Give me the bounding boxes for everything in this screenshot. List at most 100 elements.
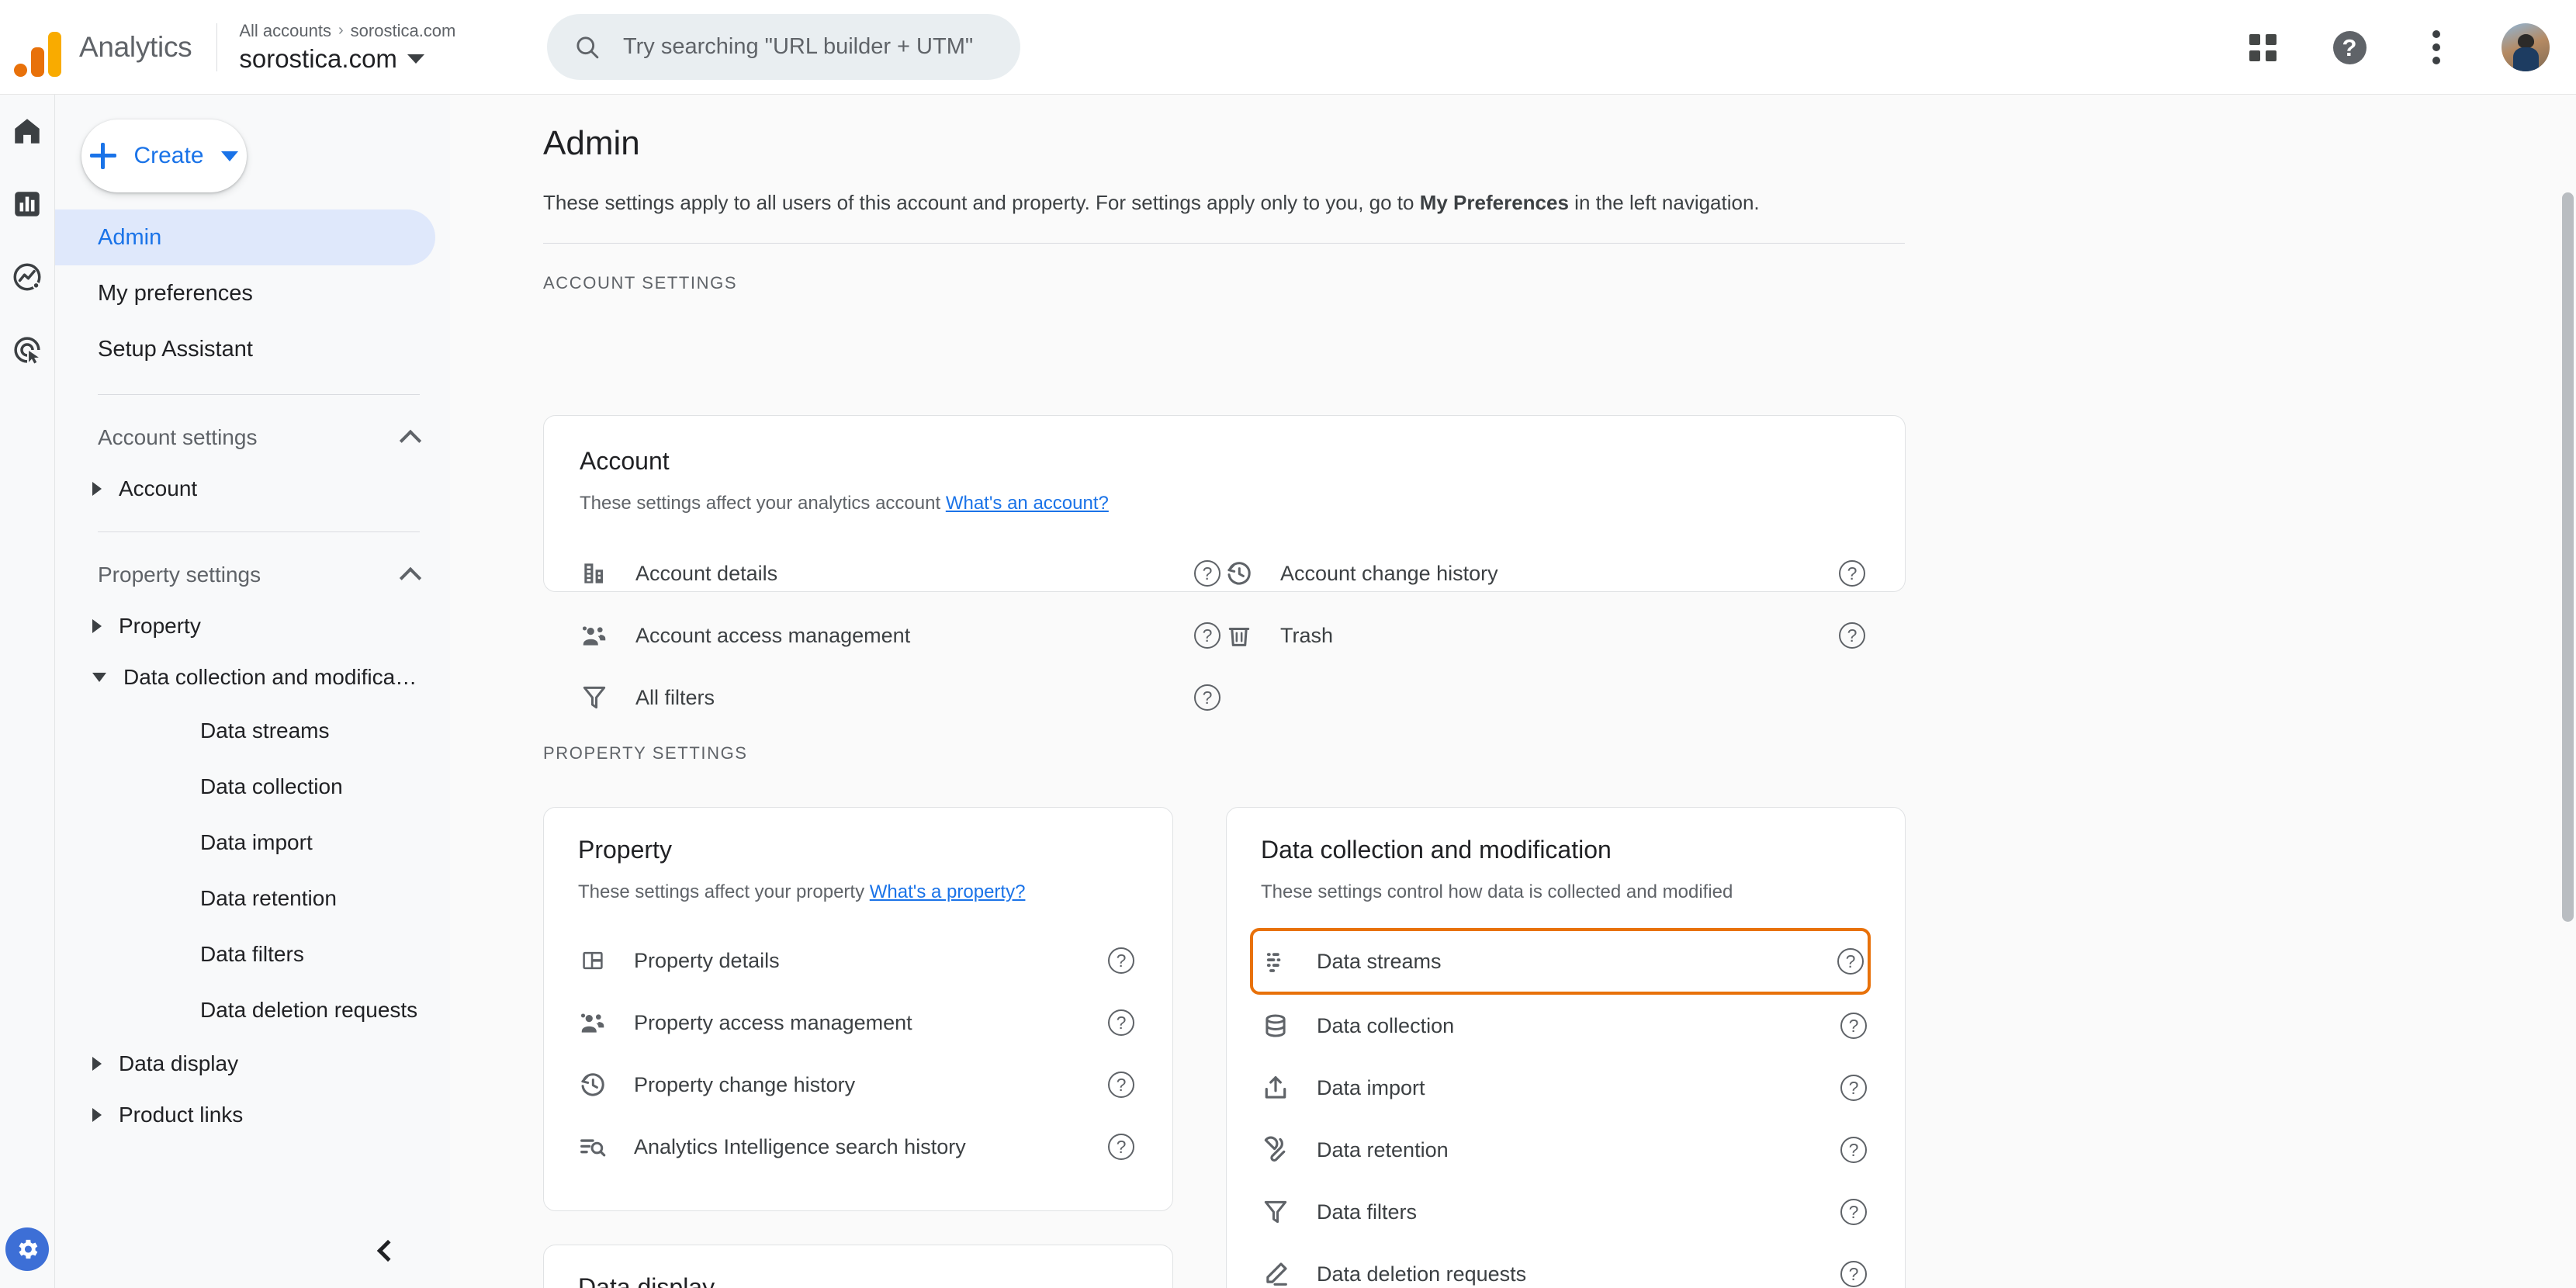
home-icon <box>15 119 40 144</box>
sidebar-item-account[interactable]: Account <box>55 463 450 514</box>
building-icon <box>580 559 635 588</box>
google-analytics-logo-icon[interactable] <box>8 18 67 77</box>
collapse-sidebar-button[interactable] <box>365 1231 405 1271</box>
sidebar-item-data-retention[interactable]: Data retention <box>55 871 450 926</box>
sidebar-item-product-links[interactable]: Product links <box>55 1089 450 1141</box>
help-button[interactable]: ? <box>2328 26 2371 69</box>
sidebar-item-data-filters[interactable]: Data filters <box>55 926 450 982</box>
create-button[interactable]: Create <box>81 119 247 192</box>
row-property-access-management[interactable]: Property access management ? <box>578 992 1138 1054</box>
whats-a-property-link[interactable]: What's a property? <box>870 881 1026 902</box>
top-bar-actions: ? <box>2241 0 2550 95</box>
help-button[interactable]: ? <box>1837 1137 1871 1163</box>
property-name-label: sorostica.com <box>239 43 397 73</box>
sidebar-item-data-collection-and-modification[interactable]: Data collection and modifica… <box>55 652 450 703</box>
help-button[interactable]: ? <box>1104 1009 1138 1036</box>
breadcrumb-account-name[interactable]: sorostica.com <box>351 21 456 41</box>
row-data-deletion-requests[interactable]: Data deletion requests ? <box>1261 1243 1871 1288</box>
funnel-icon <box>1261 1197 1317 1227</box>
icon-rail <box>0 95 54 1288</box>
rail-item-advertising[interactable] <box>0 313 54 386</box>
help-button[interactable]: ? <box>1190 560 1224 587</box>
sidebar-item-data-collection[interactable]: Data collection <box>55 759 450 815</box>
card-title: Account <box>580 447 670 475</box>
row-label: All filters <box>635 685 715 709</box>
row-label: Data deletion requests <box>1317 1262 1527 1286</box>
help-button[interactable]: ? <box>1104 1072 1138 1098</box>
row-data-streams[interactable]: Data streams ? <box>1250 928 1871 995</box>
help-button[interactable]: ? <box>1837 1261 1871 1287</box>
rail-item-reports[interactable] <box>0 168 54 241</box>
sidebar-item-data-import[interactable]: Data import <box>55 815 450 871</box>
scrollbar-thumb[interactable] <box>2562 192 2574 922</box>
row-analytics-intelligence-search-history[interactable]: Analytics Intelligence search history ? <box>578 1116 1138 1178</box>
sidebar-section-account-settings[interactable]: Account settings <box>55 412 450 463</box>
help-button[interactable]: ? <box>1835 622 1869 649</box>
help-button[interactable]: ? <box>1190 622 1224 649</box>
sidebar-item-label: Data collection <box>200 774 343 798</box>
row-data-collection[interactable]: Data collection ? <box>1261 995 1871 1057</box>
property-name[interactable]: sorostica.com <box>239 44 455 74</box>
more-options-button[interactable] <box>2415 26 2458 69</box>
help-button[interactable]: ? <box>1835 560 1869 587</box>
whats-an-account-link[interactable]: What's an account? <box>946 493 1109 514</box>
search-input[interactable]: Try searching "URL builder + UTM" <box>547 14 1020 80</box>
help-button[interactable]: ? <box>1837 1013 1871 1039</box>
row-label: Property access management <box>634 1010 912 1034</box>
row-property-change-history[interactable]: Property change history ? <box>578 1054 1138 1116</box>
sidebar-item-label: Product links <box>119 1103 244 1127</box>
help-button[interactable]: ? <box>1837 1075 1871 1101</box>
account-selector[interactable]: All accounts › sorostica.com sorostica.c… <box>239 21 455 74</box>
triangle-right-icon <box>92 482 102 496</box>
sidebar-divider <box>98 531 420 532</box>
row-data-import[interactable]: Data import ? <box>1261 1057 1871 1119</box>
property-card: Property These settings affect your prop… <box>543 807 1173 1211</box>
apps-grid-button[interactable] <box>2241 26 2284 69</box>
breadcrumb-all-accounts[interactable]: All accounts <box>239 21 331 41</box>
scrollbar-track[interactable] <box>2559 95 2576 1288</box>
sidebar-item-data-deletion-requests[interactable]: Data deletion requests <box>55 982 450 1038</box>
sidebar-item-label: Data filters <box>200 942 304 966</box>
sidebar-item-setup-assistant[interactable]: Setup Assistant <box>55 321 450 377</box>
card-subtitle: These settings affect your property What… <box>578 881 1138 903</box>
sidebar-item-label: Data deletion requests <box>200 998 418 1022</box>
chevron-down-icon <box>220 151 238 161</box>
row-trash[interactable]: Trash ? <box>1224 604 1869 667</box>
sidebar-item-admin[interactable]: Admin <box>55 209 435 265</box>
row-account-access-management[interactable]: Account access management ? <box>580 604 1224 667</box>
help-button[interactable]: ? <box>1837 1199 1871 1225</box>
sidebar-item-data-display[interactable]: Data display <box>55 1038 450 1089</box>
row-data-filters[interactable]: Data filters ? <box>1261 1181 1871 1243</box>
help-button[interactable]: ? <box>1104 947 1138 974</box>
page-description-bold: My Preferences <box>1419 191 1569 214</box>
help-icon: ? <box>1840 1199 1867 1225</box>
rail-item-admin[interactable] <box>0 1210 54 1288</box>
page-description-post: in the left navigation. <box>1568 191 1760 214</box>
breadcrumb[interactable]: All accounts › sorostica.com <box>239 21 455 41</box>
help-icon: ? <box>1840 1261 1867 1287</box>
help-button[interactable]: ? <box>1190 684 1224 711</box>
row-label: Data retention <box>1317 1137 1449 1162</box>
row-property-details[interactable]: Property details ? <box>578 930 1138 992</box>
explore-icon <box>13 263 41 291</box>
property-settings-section-label: PROPERTY SETTINGS <box>543 743 748 763</box>
help-button[interactable]: ? <box>1833 948 1868 975</box>
row-account-details[interactable]: Account details ? <box>580 542 1224 604</box>
avatar[interactable] <box>2502 23 2550 71</box>
row-data-retention[interactable]: Data retention ? <box>1261 1119 1871 1181</box>
sidebar-item-property[interactable]: Property <box>55 601 450 652</box>
rail-item-explore[interactable] <box>0 241 54 313</box>
help-button[interactable]: ? <box>1104 1134 1138 1160</box>
row-account-change-history[interactable]: Account change history ? <box>1224 542 1869 604</box>
upload-icon <box>1261 1073 1317 1103</box>
row-all-filters[interactable]: All filters ? <box>580 667 1224 729</box>
sidebar-item-data-streams[interactable]: Data streams <box>55 703 450 759</box>
sidebar-section-property-settings[interactable]: Property settings <box>55 549 450 601</box>
rail-item-home[interactable] <box>0 95 54 168</box>
row-label: Data streams <box>1317 949 1442 973</box>
sidebar-item-my-preferences[interactable]: My preferences <box>55 265 450 321</box>
list-search-icon <box>578 1132 634 1162</box>
gear-icon <box>5 1227 49 1271</box>
triangle-down-icon <box>92 673 106 682</box>
card-subtitle: These settings affect your analytics acc… <box>580 493 1869 514</box>
